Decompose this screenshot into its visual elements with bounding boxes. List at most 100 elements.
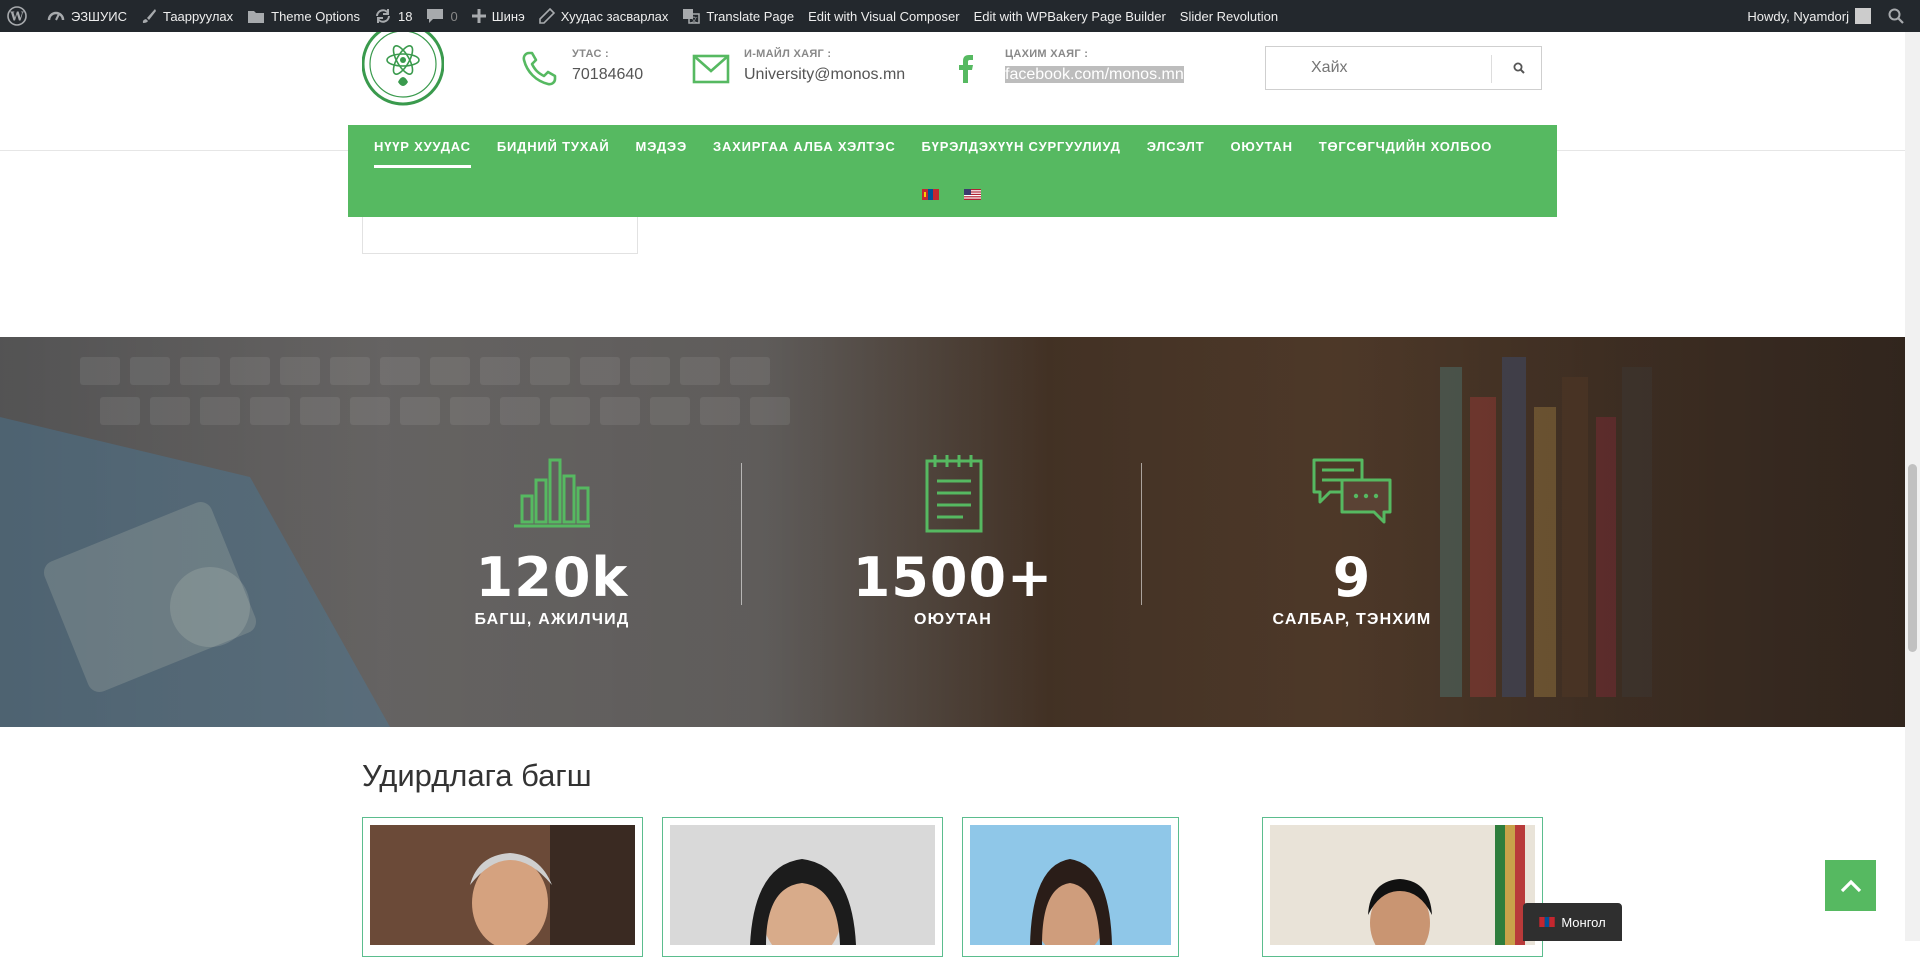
section-title: Удирдлага багш	[362, 758, 592, 793]
search-input[interactable]	[1266, 58, 1513, 78]
stat-label: ОЮУТАН	[914, 611, 992, 628]
leader-card[interactable]	[662, 817, 943, 957]
admin-bar-slider-revolution[interactable]: Slider Revolution	[1173, 0, 1285, 32]
phone-value[interactable]: 70184640	[572, 66, 643, 84]
leader-photo	[970, 825, 1171, 957]
search-box	[1265, 46, 1542, 90]
nav-item-admission[interactable]: ЭЛСЭЛТ	[1147, 139, 1205, 168]
leader-photo	[370, 825, 635, 949]
nav-item-alumni[interactable]: ТӨГСӨГЧДИЙН ХОЛБОО	[1319, 139, 1492, 168]
nav-item-home[interactable]: НҮҮР ХУУДАС	[374, 139, 471, 168]
mail-icon	[692, 54, 730, 84]
chevron-up-icon	[1840, 879, 1861, 892]
main-menu: НҮҮР ХУУДАС БИДНИЙ ТУХАЙ МЭДЭЭ ЗАХИРГАА …	[374, 139, 1518, 168]
visual-composer-label: Edit with Visual Composer	[808, 8, 960, 24]
stat-label: БАГШ, АЖИЛЧИД	[474, 611, 630, 628]
updates-count: 18	[398, 8, 413, 24]
main-navigation: НҮҮР ХУУДАС БИДНИЙ ТУХАЙ МЭДЭЭ ЗАХИРГАА …	[348, 125, 1557, 217]
customize-label: Таарруулах	[162, 8, 234, 24]
nav-item-administration[interactable]: ЗАХИРГАА АЛБА ХЭЛТЭС	[713, 139, 895, 168]
nav-item-news[interactable]: МЭДЭЭ	[636, 139, 688, 168]
leader-card[interactable]	[1262, 817, 1543, 957]
stat-staff: 120k БАГШ, АЖИЛЧИД	[402, 453, 702, 629]
leader-photo	[670, 825, 935, 957]
admin-bar-wpbakery[interactable]: Edit with WPBakery Page Builder	[967, 0, 1173, 32]
admin-bar-edit-page[interactable]: Хуудас засварлах	[532, 0, 676, 32]
dashboard-icon	[47, 11, 65, 21]
stat-label: САЛБАР, ТЭНХИМ	[1272, 611, 1432, 628]
stat-departments: 9 САЛБАР, ТЭНХИМ	[1202, 453, 1502, 629]
scroll-to-top-button[interactable]	[1825, 860, 1876, 911]
theme-options-label: Theme Options	[271, 8, 361, 24]
pencil-icon	[538, 8, 555, 24]
search-button[interactable]	[1496, 47, 1542, 89]
folder-icon	[248, 11, 265, 23]
svg-text:文: 文	[691, 15, 698, 24]
facebook-link[interactable]: facebook.com/monos.mn	[1005, 66, 1184, 83]
stat-number: 1500+	[852, 546, 1054, 609]
phone-label: УТАС :	[572, 48, 610, 60]
comments-count: 0	[450, 8, 458, 24]
stat-students: 1500+ ОЮУТАН	[803, 453, 1103, 629]
email-label: И-МАЙЛ ХАЯГ :	[744, 48, 832, 60]
university-logo[interactable]	[362, 32, 444, 106]
translate-page-label: Translate Page	[706, 8, 795, 24]
social-contact: ЦАХИМ ХАЯГ : facebook.com/monos.mn	[955, 48, 1184, 84]
page-scrollbar[interactable]	[1905, 32, 1920, 941]
admin-bar-site-name[interactable]: ЭЗШУИС	[40, 0, 134, 32]
stat-divider	[741, 463, 742, 605]
admin-bar-visual-composer[interactable]: Edit with Visual Composer	[801, 0, 967, 32]
stat-number: 120k	[475, 546, 629, 609]
admin-bar: W ЭЗШУИС Таарруулах Theme Options 18 0 Ш…	[0, 0, 1920, 32]
stats-section: 120k БАГШ, АЖИЛЧИД 1500+ ОЮУТАН 9 САЛБАР	[0, 337, 1905, 727]
admin-bar-search[interactable]	[1878, 0, 1920, 32]
translate-icon: 文	[683, 9, 701, 24]
mongolia-flag-icon	[1539, 917, 1556, 927]
new-label: Шинэ	[491, 8, 525, 24]
us-flag-icon[interactable]	[964, 189, 981, 200]
phone-contact: УТАС : 70184640	[520, 48, 643, 88]
svg-text:W: W	[9, 10, 24, 24]
nav-item-about[interactable]: БИДНИЙ ТУХАЙ	[497, 139, 610, 168]
admin-bar-account[interactable]: Howdy, Nyamdorj	[1740, 0, 1878, 32]
leader-card[interactable]	[962, 817, 1179, 957]
facebook-icon[interactable]	[955, 54, 977, 84]
nav-item-students[interactable]: ОЮУТАН	[1230, 139, 1292, 168]
stat-divider	[1141, 463, 1142, 605]
comment-icon	[427, 9, 444, 23]
search-separator	[1491, 55, 1492, 83]
site-name-label: ЭЗШУИС	[71, 8, 127, 24]
admin-bar-updates[interactable]: 18	[367, 0, 419, 32]
slider-revolution-label: Slider Revolution	[1179, 8, 1279, 24]
email-value[interactable]: University@monos.mn	[744, 66, 905, 84]
admin-bar-theme-options[interactable]: Theme Options	[240, 0, 367, 32]
scrollbar-thumb[interactable]	[1908, 464, 1917, 652]
leader-photo	[1270, 825, 1535, 957]
leader-card[interactable]	[362, 817, 643, 957]
bar-chart-icon	[514, 458, 590, 528]
mongolia-flag-icon[interactable]	[922, 189, 939, 200]
refresh-icon	[376, 9, 391, 23]
brush-icon	[142, 9, 156, 23]
email-contact: И-МАЙЛ ХАЯГ : University@monos.mn	[692, 48, 905, 84]
edit-page-label: Хуудас засварлах	[560, 8, 669, 24]
social-label: ЦАХИМ ХАЯГ :	[1005, 48, 1089, 60]
language-label: Монгол	[1561, 914, 1606, 930]
search-icon	[1513, 62, 1525, 74]
language-switcher[interactable]: Монгол	[1523, 903, 1622, 941]
wordpress-logo-icon[interactable]: W	[0, 0, 40, 32]
phone-icon	[522, 51, 557, 86]
admin-bar-new[interactable]: Шинэ	[465, 0, 532, 32]
avatar	[1855, 8, 1871, 24]
admin-bar-customize[interactable]: Таарруулах	[134, 0, 240, 32]
nav-item-schools[interactable]: БҮРЭЛДЭХҮҮН СУРГУУЛИУД	[922, 139, 1121, 168]
wpbakery-label: Edit with WPBakery Page Builder	[973, 8, 1166, 24]
chat-bubbles-icon	[1312, 458, 1392, 524]
admin-bar-comments[interactable]: 0	[419, 0, 464, 32]
stat-number: 9	[1332, 546, 1372, 609]
search-icon	[1888, 8, 1904, 24]
plus-icon	[471, 9, 486, 23]
howdy-label: Howdy, Nyamdorj	[1747, 8, 1849, 24]
admin-bar-translate-page[interactable]: 文 Translate Page	[675, 0, 801, 32]
notepad-icon	[925, 455, 983, 533]
